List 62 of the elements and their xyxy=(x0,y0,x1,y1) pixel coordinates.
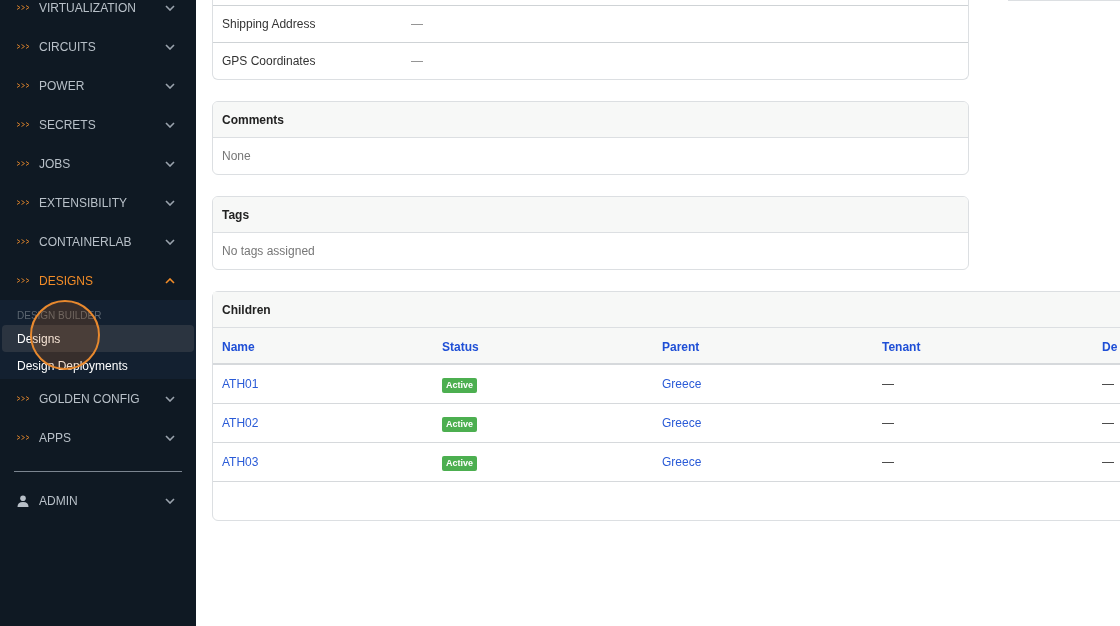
table-cell: — xyxy=(882,455,894,469)
parent-link[interactable]: Greece xyxy=(662,377,702,391)
table-cell: — xyxy=(1102,377,1114,391)
table-cell: — xyxy=(1102,416,1114,430)
column-header[interactable]: Name xyxy=(222,339,255,354)
chevrons-icon xyxy=(17,161,31,166)
panel-title: Comments xyxy=(213,102,968,138)
chevrons-icon xyxy=(17,278,31,283)
location-link[interactable]: ATH03 xyxy=(222,455,259,469)
chevron-down-icon xyxy=(165,4,175,11)
column-header[interactable]: De xyxy=(1102,339,1118,354)
chevron-down-icon xyxy=(165,395,175,402)
column-header[interactable]: Status xyxy=(442,339,479,354)
location-link[interactable]: ATH01 xyxy=(222,377,259,391)
panel-title: Children xyxy=(213,292,1120,328)
sidebar-section[interactable]: CIRCUITS xyxy=(0,27,196,66)
chevron-down-icon xyxy=(165,82,175,89)
parent-link[interactable]: Greece xyxy=(662,416,702,430)
chevrons-icon xyxy=(17,200,31,205)
tags-text: No tags assigned xyxy=(221,243,316,260)
table-cell: — xyxy=(882,416,894,430)
chevrons-icon xyxy=(17,239,31,244)
detail-label: Shipping Address xyxy=(222,16,317,33)
chevrons-icon xyxy=(17,435,31,440)
column-header[interactable]: Parent xyxy=(662,339,700,354)
chevrons-icon xyxy=(17,83,31,88)
sidebar-section[interactable]: CONTAINERLAB xyxy=(0,222,196,261)
user-icon xyxy=(17,495,29,507)
location-link[interactable]: ATH02 xyxy=(222,416,259,430)
sidebar-section[interactable]: JOBS xyxy=(0,144,196,183)
status-badge: Active xyxy=(442,455,477,472)
chevron-down-icon xyxy=(165,121,175,128)
table-cell: — xyxy=(1102,455,1114,469)
panel-title: Tags xyxy=(213,197,968,233)
sidebar-section[interactable]: POWER xyxy=(0,66,196,105)
status-badge: Active xyxy=(442,416,477,433)
sidebar-section[interactable]: GOLDEN CONFIG xyxy=(0,379,196,418)
chevron-down-icon xyxy=(165,238,175,245)
sidebar-section[interactable]: DESIGNS xyxy=(0,261,196,300)
sidebar-section[interactable]: SECRETS xyxy=(0,105,196,144)
chevron-down-icon xyxy=(165,434,175,441)
comments-text: None xyxy=(221,148,252,165)
detail-value: — xyxy=(411,16,423,33)
chevrons-icon xyxy=(17,44,31,49)
chevrons-icon xyxy=(17,5,31,10)
sidebar-section[interactable]: APPS xyxy=(0,418,196,457)
chevron-down-icon xyxy=(165,43,175,50)
chevron-down-icon xyxy=(165,199,175,206)
detail-value: — xyxy=(411,53,423,70)
chevron-down-icon xyxy=(165,498,175,504)
user-menu[interactable]: ADMIN xyxy=(0,486,196,516)
table-cell: — xyxy=(882,377,894,391)
chevrons-icon xyxy=(17,122,31,127)
sidebar-section[interactable]: VIRTUALIZATION xyxy=(0,0,196,27)
sidebar-section[interactable]: EXTENSIBILITY xyxy=(0,183,196,222)
chevron-down-icon xyxy=(165,160,175,167)
status-badge: Active xyxy=(442,377,477,394)
parent-link[interactable]: Greece xyxy=(662,455,702,469)
detail-label: GPS Coordinates xyxy=(222,53,317,70)
chevrons-icon xyxy=(17,396,31,401)
chevron-up-icon xyxy=(165,277,175,284)
column-header[interactable]: Tenant xyxy=(882,339,921,354)
